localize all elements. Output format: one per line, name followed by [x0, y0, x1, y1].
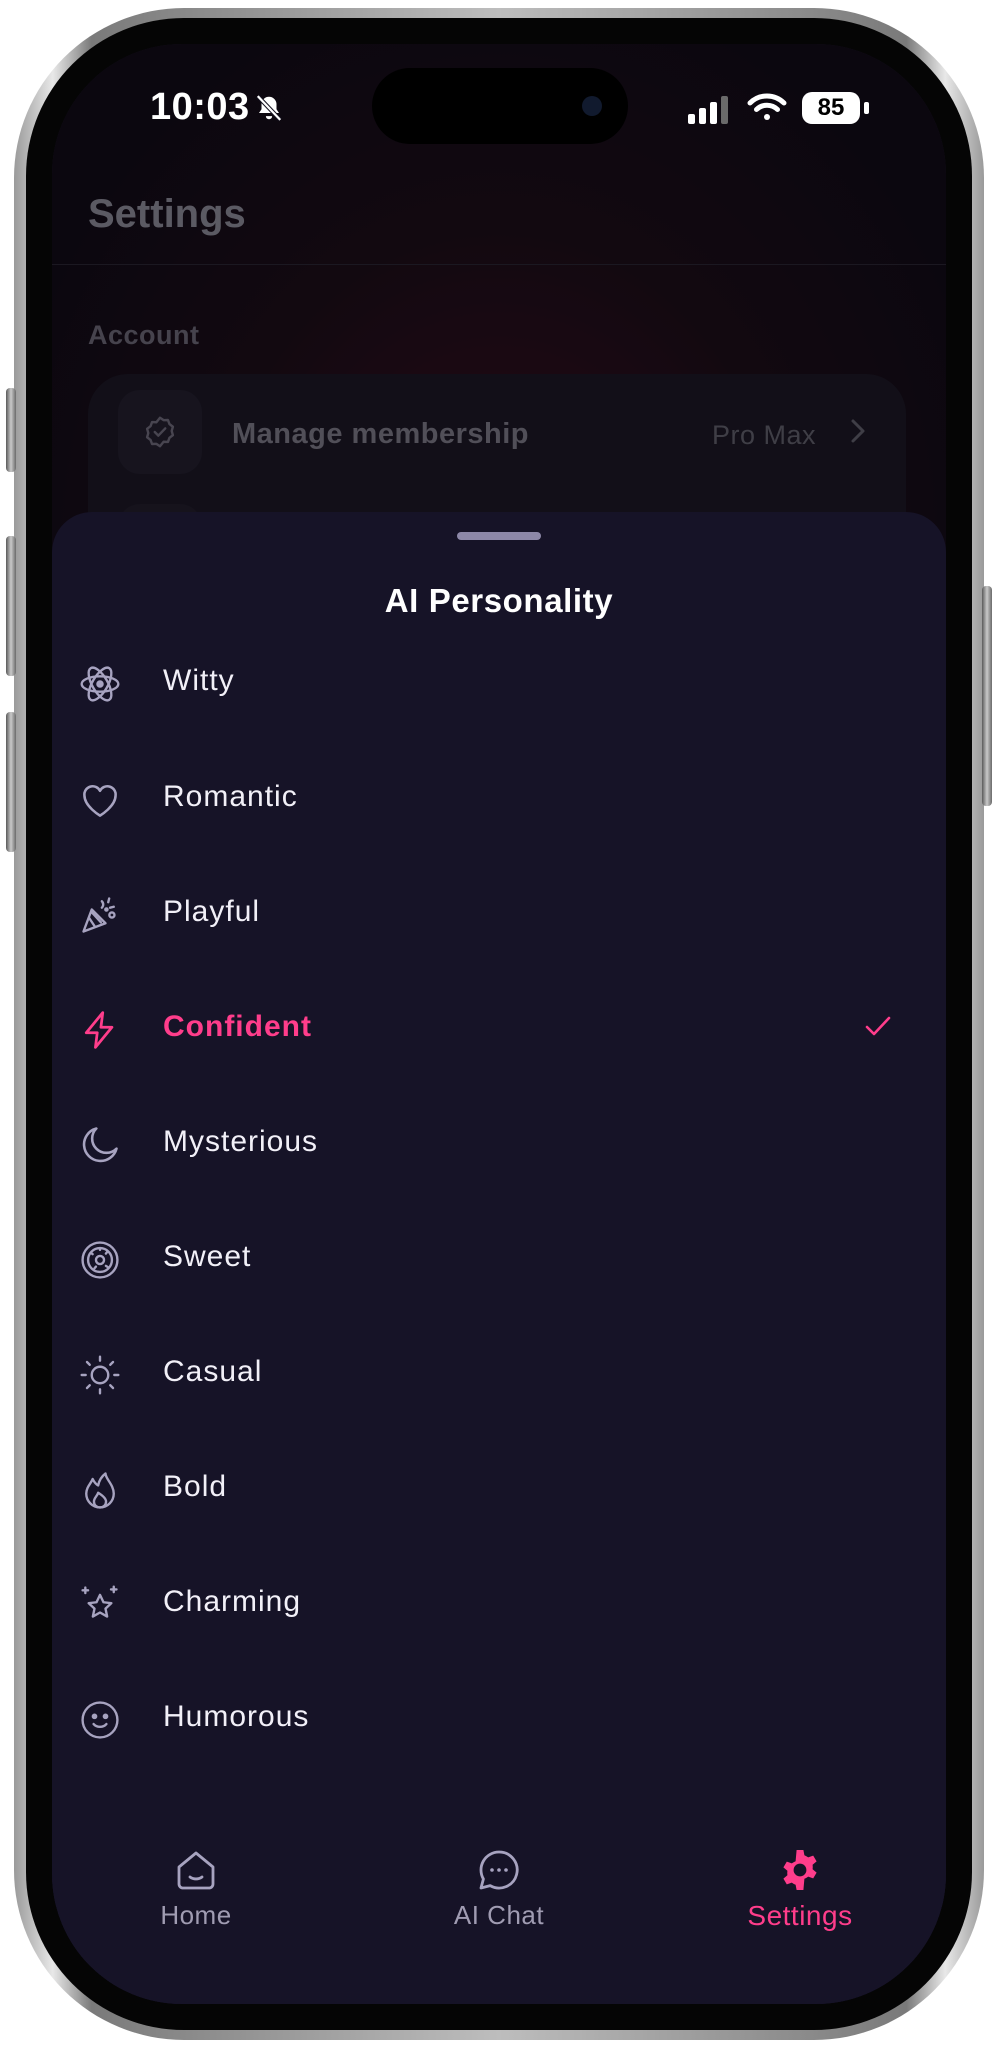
home-icon [177, 1851, 215, 1890]
option-playful[interactable]: Playful [52, 863, 946, 963]
camera-icon [582, 96, 602, 116]
option-label: Sweet [163, 1240, 252, 1273]
bell-slash-icon [256, 94, 282, 122]
option-bold[interactable]: Bold [52, 1438, 946, 1538]
status-time: 10:03 [150, 86, 250, 128]
sparkle-star-icon [81, 1585, 118, 1618]
party-popper-icon [82, 897, 116, 933]
tab-label: Home [160, 1900, 232, 1930]
screen: Settings Account Manage membership Pro M… [52, 44, 946, 2004]
battery-tip [864, 102, 869, 114]
silent-switch [6, 388, 16, 472]
option-label: Playful [163, 895, 261, 928]
sun-icon [80, 1355, 120, 1395]
atom-icon [80, 666, 120, 702]
option-label: Mysterious [163, 1125, 319, 1158]
tab-bar: Home AI Chat Settings [52, 1824, 946, 2004]
lightning-icon [84, 1011, 114, 1049]
option-humorous[interactable]: Humorous [52, 1668, 946, 1768]
flame-icon [85, 1472, 115, 1509]
tab-settings[interactable]: Settings [700, 1824, 900, 1944]
heart-icon [83, 784, 117, 817]
tab-ai-chat[interactable]: AI Chat [399, 1824, 599, 1944]
sheet-grabber[interactable] [457, 532, 541, 540]
option-label: Confident [163, 1010, 312, 1043]
option-mysterious[interactable]: Mysterious [52, 1093, 946, 1193]
option-charming[interactable]: Charming [52, 1553, 946, 1653]
status-bar: 10:03 85 [52, 44, 946, 184]
option-label: Charming [163, 1585, 302, 1618]
personality-sheet: AI Personality Witty Romantic Playful Co… [52, 512, 946, 2004]
battery-indicator: 85 [802, 92, 860, 124]
smile-icon [81, 1701, 119, 1739]
gear-icon [783, 1850, 817, 1890]
sheet-title: AI Personality [384, 582, 614, 619]
volume-down-button [6, 712, 16, 852]
tab-home[interactable]: Home [96, 1824, 296, 1944]
volume-up-button [6, 536, 16, 676]
wifi-icon [747, 93, 787, 120]
option-label: Casual [163, 1355, 263, 1388]
option-romantic[interactable]: Romantic [52, 748, 946, 848]
option-label: Bold [163, 1470, 228, 1503]
option-sweet[interactable]: Sweet [52, 1208, 946, 1308]
chat-bubble-icon [479, 1850, 519, 1890]
tab-label: Settings [747, 1900, 853, 1931]
moon-icon [82, 1127, 118, 1163]
option-label: Romantic [163, 780, 298, 813]
power-button [982, 586, 992, 806]
option-confident[interactable]: Confident [52, 978, 946, 1078]
cellular-signal-icon [688, 96, 728, 124]
option-witty[interactable]: Witty [52, 632, 946, 732]
option-casual[interactable]: Casual [52, 1323, 946, 1423]
checkmark-icon [865, 1016, 891, 1036]
option-label: Humorous [163, 1700, 310, 1733]
tab-label: AI Chat [453, 1900, 545, 1930]
dynamic-island [372, 68, 628, 144]
donut-icon [81, 1241, 119, 1279]
option-label: Witty [163, 664, 235, 697]
